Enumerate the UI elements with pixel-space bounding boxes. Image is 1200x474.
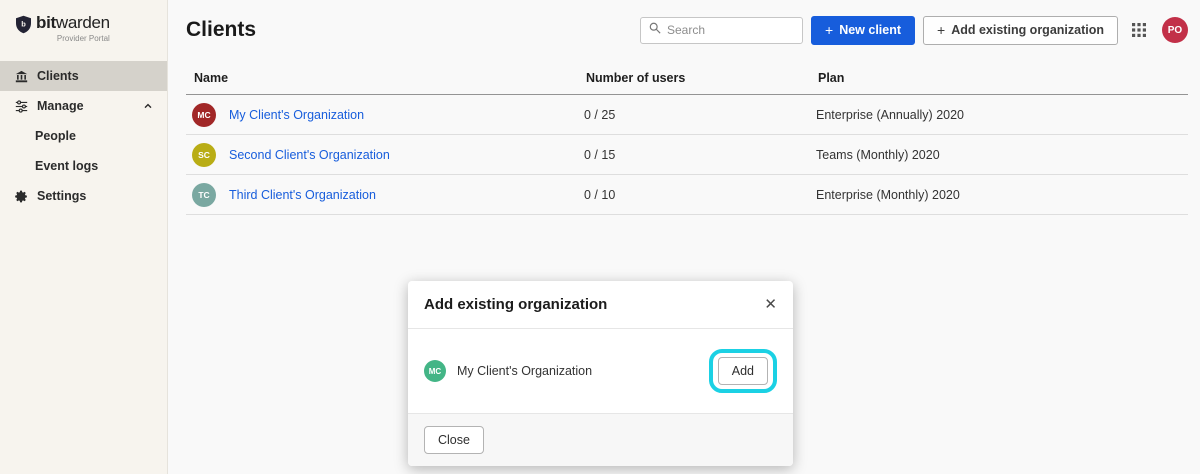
sidebar-item-label: Manage	[37, 99, 84, 113]
table-row: MC My Client's Organization 0 / 25 Enter…	[186, 95, 1188, 135]
modal-footer: Close	[408, 413, 793, 466]
org-name-link[interactable]: Third Client's Organization	[229, 188, 376, 202]
table-header-row: Name Number of users Plan	[186, 65, 1188, 95]
search-icon	[649, 21, 661, 39]
sidebar-item-label: Settings	[37, 189, 86, 203]
svg-text:b: b	[21, 19, 26, 28]
modal-body: MC My Client's Organization Add	[408, 329, 793, 413]
sidebar-item-label: Clients	[37, 69, 79, 83]
apps-grid-icon[interactable]	[1132, 23, 1146, 37]
new-client-button[interactable]: + New client	[811, 16, 915, 45]
org-name-link[interactable]: My Client's Organization	[229, 108, 364, 122]
org-avatar: TC	[192, 183, 216, 207]
sidebar-item-settings[interactable]: Settings	[0, 181, 167, 211]
org-plan: Enterprise (Annually) 2020	[816, 108, 1188, 122]
sidebar: b bitwarden Provider Portal Clients Mana…	[0, 0, 168, 474]
org-avatar: SC	[192, 143, 216, 167]
bank-icon	[14, 70, 28, 83]
app-logo: b bitwarden Provider Portal	[0, 0, 167, 53]
table-row: TC Third Client's Organization 0 / 10 En…	[186, 175, 1188, 215]
sliders-icon	[14, 100, 28, 113]
sidebar-item-people[interactable]: People	[0, 121, 167, 151]
org-users-count: 0 / 15	[584, 148, 816, 162]
table-row: SC Second Client's Organization 0 / 15 T…	[186, 135, 1188, 175]
logo-wordmark: bitwarden	[36, 13, 110, 33]
add-button[interactable]: Add	[718, 357, 768, 385]
page-title: Clients	[186, 18, 256, 42]
page-header: Clients + New client + Add existing orga…	[186, 15, 1188, 45]
gear-icon	[14, 190, 28, 203]
add-existing-organization-modal: Add existing organization ✕ MC My Client…	[408, 281, 793, 466]
plus-icon: +	[825, 23, 833, 37]
sidebar-item-event-logs[interactable]: Event logs	[0, 151, 167, 181]
sidebar-item-label: Event logs	[35, 159, 98, 173]
account-avatar[interactable]: PO	[1162, 17, 1188, 43]
clients-table: Name Number of users Plan MC My Client's…	[186, 65, 1188, 215]
org-users-count: 0 / 25	[584, 108, 816, 122]
bitwarden-shield-icon: b	[16, 15, 31, 39]
column-header-plan: Plan	[818, 71, 1188, 85]
modal-org-name: My Client's Organization	[457, 364, 592, 378]
org-avatar: MC	[424, 360, 446, 382]
org-plan: Teams (Monthly) 2020	[816, 148, 1188, 162]
add-existing-organization-button[interactable]: + Add existing organization	[923, 16, 1118, 45]
annotation-highlight-ring: Add	[709, 349, 777, 393]
sidebar-item-manage[interactable]: Manage	[0, 91, 167, 121]
modal-header: Add existing organization ✕	[408, 281, 793, 329]
chevron-up-icon	[143, 101, 153, 111]
org-name-link[interactable]: Second Client's Organization	[229, 148, 390, 162]
plus-icon: +	[937, 23, 945, 37]
sidebar-item-label: People	[35, 129, 76, 143]
column-header-users: Number of users	[586, 71, 818, 85]
org-users-count: 0 / 10	[584, 188, 816, 202]
close-icon[interactable]: ✕	[764, 297, 777, 312]
logo-subtitle: Provider Portal	[36, 34, 110, 43]
close-button[interactable]: Close	[424, 426, 484, 454]
sidebar-item-clients[interactable]: Clients	[0, 61, 167, 91]
search-input[interactable]	[667, 23, 794, 37]
sidebar-nav: Clients Manage People Event logs Setting…	[0, 61, 167, 211]
column-header-name: Name	[194, 71, 586, 85]
modal-title: Add existing organization	[424, 296, 607, 313]
org-avatar: MC	[192, 103, 216, 127]
org-plan: Enterprise (Monthly) 2020	[816, 188, 1188, 202]
search-box	[640, 17, 803, 44]
